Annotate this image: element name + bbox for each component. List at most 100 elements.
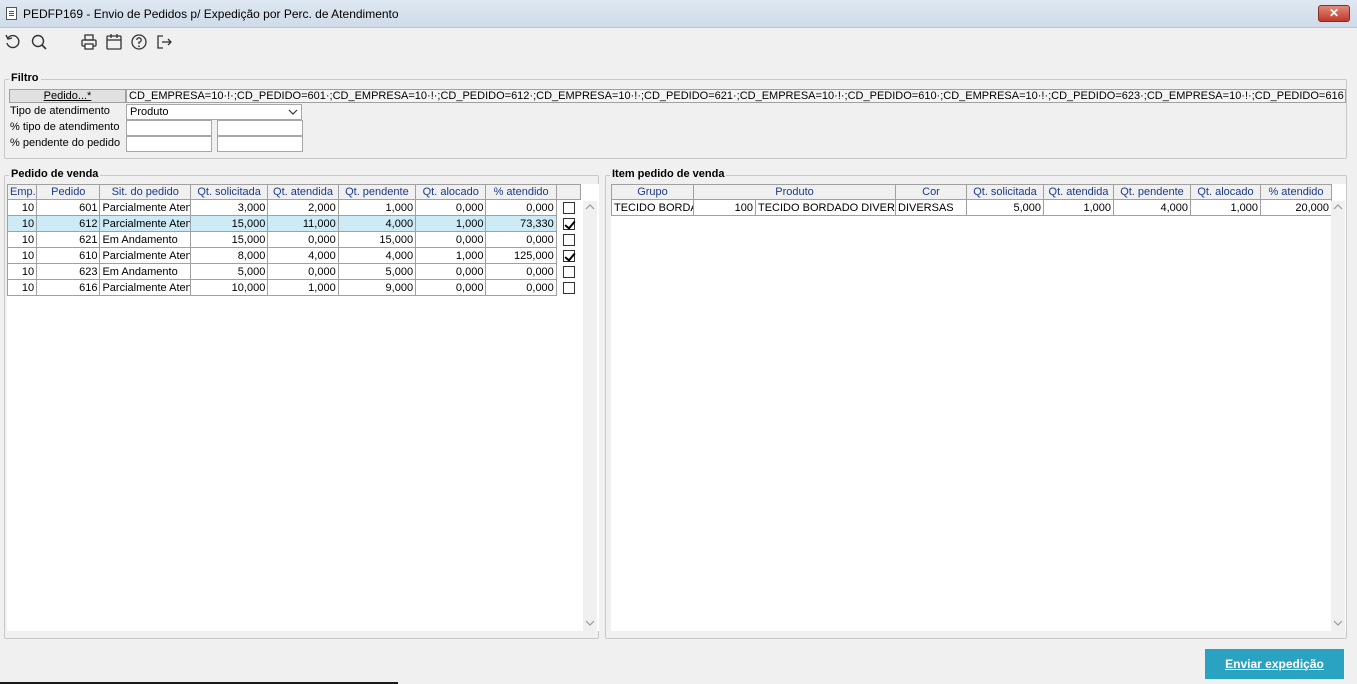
- cell-alocado[interactable]: 1,000: [1190, 199, 1261, 216]
- cell-solicitada[interactable]: 10,000: [189, 279, 269, 296]
- cell-pedido[interactable]: 621: [36, 231, 101, 248]
- cell-pendente[interactable]: 1,000: [337, 199, 417, 216]
- search-icon[interactable]: [29, 32, 49, 52]
- col-pendente[interactable]: Qt. pendente: [337, 184, 417, 200]
- cell-atendida[interactable]: 4,000: [267, 247, 339, 264]
- chevron-up-icon[interactable]: [585, 203, 595, 213]
- cell-atendido[interactable]: 0,000: [485, 199, 557, 216]
- cell-atendida[interactable]: 0,000: [267, 231, 339, 248]
- perc-tipo-to-input[interactable]: [217, 120, 303, 136]
- cell-solicitada[interactable]: 5,000: [189, 263, 269, 280]
- row-checkbox[interactable]: [562, 265, 575, 278]
- table-row[interactable]: 10 610 Parcialmente Aten 8,000 4,000 4,0…: [6, 247, 581, 264]
- cell-pendente[interactable]: 15,000: [337, 231, 417, 248]
- cell-pendente[interactable]: 9,000: [337, 279, 417, 296]
- tipo-atendimento-select[interactable]: Produto: [126, 104, 302, 120]
- cell-sit[interactable]: Parcialmente Aten: [99, 199, 191, 216]
- cell-produto[interactable]: TECIDO BORDADO DIVERSA: [755, 199, 896, 216]
- cell-atendido[interactable]: 20,000: [1260, 199, 1332, 216]
- col-pendente[interactable]: Qt. pendente: [1113, 184, 1191, 200]
- row-checkbox[interactable]: [562, 249, 575, 262]
- table-row[interactable]: 10 623 Em Andamento 5,000 0,000 5,000 0,…: [6, 263, 581, 280]
- table-row[interactable]: 10 616 Parcialmente Aten 10,000 1,000 9,…: [6, 279, 581, 296]
- cell-pendente[interactable]: 5,000: [337, 263, 417, 280]
- table-row[interactable]: 10 612 Parcialmente Aten 15,000 11,000 4…: [6, 215, 581, 232]
- table-row[interactable]: 10 621 Em Andamento 15,000 0,000 15,000 …: [6, 231, 581, 248]
- cell-alocado[interactable]: 0,000: [415, 199, 487, 216]
- row-checkbox[interactable]: [562, 281, 575, 294]
- cell-sit[interactable]: Parcialmente Aten: [99, 279, 191, 296]
- calendar-icon[interactable]: [104, 32, 124, 52]
- cell-sit[interactable]: Parcialmente Aten: [99, 247, 191, 264]
- cell-solicitada[interactable]: 5,000: [966, 199, 1044, 216]
- chevron-down-icon[interactable]: [1333, 619, 1343, 629]
- pedido-filter-field[interactable]: CD_EMPRESA=10·!·;CD_PEDIDO=601·;CD_EMPRE…: [126, 89, 1346, 103]
- cell-alocado[interactable]: 1,000: [415, 247, 487, 264]
- cell-sit[interactable]: Parcialmente Aten: [99, 215, 191, 232]
- col-atendida[interactable]: Qt. atendida: [1043, 184, 1114, 200]
- cell-atendido[interactable]: 0,000: [485, 263, 557, 280]
- send-expedition-button[interactable]: Enviar expedição: [1205, 649, 1344, 679]
- cell-pedido[interactable]: 612: [36, 215, 101, 232]
- cell-pedido[interactable]: 616: [36, 279, 101, 296]
- col-atendido[interactable]: % atendido: [485, 184, 557, 200]
- cell-alocado[interactable]: 0,000: [415, 263, 487, 280]
- cell-atendido[interactable]: 0,000: [485, 231, 557, 248]
- cell-grupo[interactable]: TECIDO BORDA: [611, 199, 694, 216]
- table-row[interactable]: TECIDO BORDA 100 TECIDO BORDADO DIVERSA …: [611, 199, 1332, 216]
- table-row[interactable]: 10 601 Parcialmente Aten 3,000 2,000 1,0…: [6, 199, 581, 216]
- col-cor[interactable]: Cor: [895, 184, 967, 200]
- cell-solicitada[interactable]: 15,000: [189, 215, 269, 232]
- cell-pendente[interactable]: 4,000: [337, 215, 417, 232]
- col-grupo[interactable]: Grupo: [611, 184, 694, 200]
- cell-emp[interactable]: 10: [6, 279, 38, 296]
- cell-atendido[interactable]: 0,000: [485, 279, 557, 296]
- cell-alocado[interactable]: 0,000: [415, 279, 487, 296]
- cell-solicitada[interactable]: 15,000: [189, 231, 269, 248]
- cell-atendida[interactable]: 0,000: [267, 263, 339, 280]
- help-icon[interactable]: [129, 32, 149, 52]
- col-alocado[interactable]: Qt. alocado: [415, 184, 487, 200]
- close-button[interactable]: ✕: [1318, 5, 1350, 22]
- perc-pendente-to-input[interactable]: [217, 136, 303, 152]
- row-checkbox[interactable]: [562, 201, 575, 214]
- print-icon[interactable]: [79, 32, 99, 52]
- cell-cor[interactable]: DIVERSAS: [895, 199, 967, 216]
- cell-atendida[interactable]: 1,000: [1043, 199, 1114, 216]
- col-atendido[interactable]: % atendido: [1260, 184, 1332, 200]
- col-alocado[interactable]: Qt. alocado: [1190, 184, 1261, 200]
- cell-atendido[interactable]: 125,000: [485, 247, 557, 264]
- cell-emp[interactable]: 10: [6, 215, 38, 232]
- cell-emp[interactable]: 10: [6, 231, 38, 248]
- cell-emp[interactable]: 10: [6, 263, 38, 280]
- cell-atendida[interactable]: 1,000: [267, 279, 339, 296]
- cell-codigo[interactable]: 100: [693, 199, 756, 216]
- item-vertical-scrollbar[interactable]: [1331, 201, 1345, 631]
- cell-alocado[interactable]: 0,000: [415, 231, 487, 248]
- row-checkbox[interactable]: [562, 233, 575, 246]
- cell-pedido[interactable]: 601: [36, 199, 101, 216]
- chevron-down-icon[interactable]: [585, 619, 595, 629]
- refresh-icon[interactable]: [3, 32, 23, 52]
- cell-pedido[interactable]: 610: [36, 247, 101, 264]
- cell-atendido[interactable]: 73,330: [485, 215, 557, 232]
- col-solicitada[interactable]: Qt. solicitada: [189, 184, 269, 200]
- cell-atendida[interactable]: 11,000: [267, 215, 339, 232]
- perc-tipo-from-input[interactable]: [126, 120, 212, 136]
- cell-solicitada[interactable]: 8,000: [189, 247, 269, 264]
- col-produto[interactable]: Produto: [693, 184, 896, 200]
- exit-icon[interactable]: [154, 32, 174, 52]
- row-checkbox[interactable]: [562, 217, 575, 230]
- col-pedido[interactable]: Pedido: [36, 184, 101, 200]
- cell-pendente[interactable]: 4,000: [337, 247, 417, 264]
- col-atendida[interactable]: Qt. atendida: [267, 184, 339, 200]
- cell-emp[interactable]: 10: [6, 247, 38, 264]
- cell-sit[interactable]: Em Andamento: [99, 231, 191, 248]
- cell-sit[interactable]: Em Andamento: [99, 263, 191, 280]
- pedido-lookup-button[interactable]: Pedido...*: [9, 89, 126, 103]
- cell-emp[interactable]: 10: [6, 199, 38, 216]
- cell-pendente[interactable]: 4,000: [1113, 199, 1191, 216]
- col-solicitada[interactable]: Qt. solicitada: [966, 184, 1044, 200]
- cell-solicitada[interactable]: 3,000: [189, 199, 269, 216]
- pedido-vertical-scrollbar[interactable]: [583, 201, 597, 631]
